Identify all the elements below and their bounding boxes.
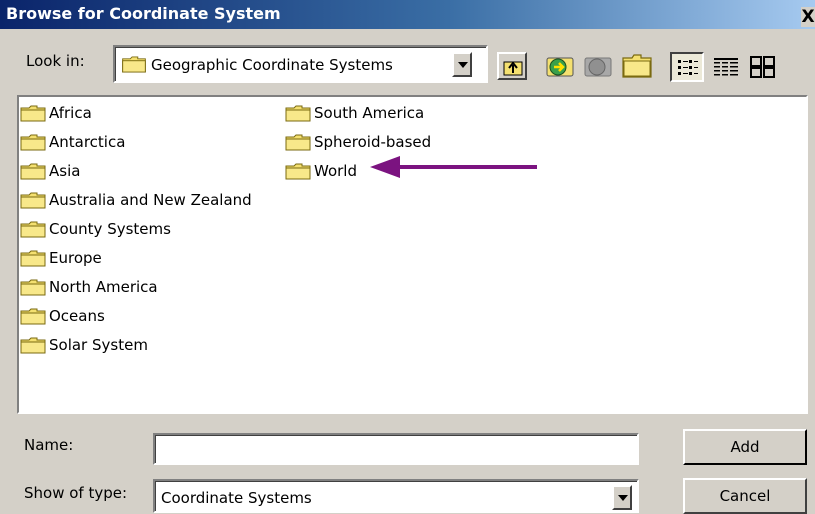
- folder-label: Spheroid-based: [314, 133, 432, 151]
- name-label: Name:: [24, 436, 74, 454]
- title-bar[interactable]: Browse for Coordinate System X: [0, 0, 815, 29]
- folder-label: Oceans: [49, 307, 105, 325]
- look-in-label: Look in:: [26, 52, 85, 70]
- add-button[interactable]: Add: [683, 429, 807, 465]
- show-of-type-label: Show of type:: [24, 484, 128, 502]
- thumbnails-view-icon[interactable]: [748, 54, 778, 80]
- folder-icon: [20, 250, 46, 267]
- close-button[interactable]: X: [801, 7, 815, 27]
- browse-dialog: Browse for Coordinate System X Look in: …: [0, 0, 815, 514]
- folder-label: South America: [314, 104, 425, 122]
- folder-label: Australia and New Zealand: [49, 191, 252, 209]
- folder-icon: [285, 105, 311, 122]
- folder-icon: [20, 308, 46, 325]
- folder-icon: [285, 134, 311, 151]
- folder-label: Africa: [49, 104, 92, 122]
- new-folder-icon[interactable]: [621, 52, 653, 80]
- folder-label: Asia: [49, 162, 81, 180]
- annotation-arrow: [370, 156, 537, 178]
- folder-icon: [20, 279, 46, 296]
- folder-icon: [20, 221, 46, 238]
- disconnect-folder-icon[interactable]: [583, 52, 613, 80]
- add-button-label: Add: [730, 438, 760, 456]
- folder-list[interactable]: Africa Antarctica Asia Australia and New…: [17, 95, 808, 414]
- folder-icon: [20, 337, 46, 354]
- folder-label: Antarctica: [49, 133, 126, 151]
- show-of-type-value: Coordinate Systems: [161, 489, 312, 507]
- details-view-icon[interactable]: [712, 55, 740, 79]
- folder-label: North America: [49, 278, 158, 296]
- up-one-level-icon: [503, 61, 523, 76]
- show-of-type-dropdown[interactable]: Coordinate Systems: [153, 479, 639, 513]
- folder-icon: [122, 56, 146, 73]
- look-in-dropdown[interactable]: Geographic Coordinate Systems: [113, 45, 488, 83]
- up-one-level-button[interactable]: [497, 52, 527, 80]
- list-view-icon: [678, 60, 698, 75]
- chevron-down-icon[interactable]: [612, 485, 632, 510]
- folder-icon: [20, 163, 46, 180]
- cancel-button[interactable]: Cancel: [683, 478, 807, 514]
- look-in-value: Geographic Coordinate Systems: [151, 56, 393, 74]
- folder-icon: [20, 134, 46, 151]
- dialog-title: Browse for Coordinate System: [6, 4, 281, 23]
- folder-icon: [20, 192, 46, 209]
- connect-folder-icon[interactable]: [545, 52, 575, 80]
- folder-label: World: [314, 162, 357, 180]
- list-view-button[interactable]: [670, 52, 704, 82]
- folder-icon: [20, 105, 46, 122]
- folder-label: Solar System: [49, 336, 148, 354]
- folder-label: County Systems: [49, 220, 171, 238]
- folder-label: Europe: [49, 249, 102, 267]
- name-field[interactable]: [153, 433, 639, 465]
- cancel-button-label: Cancel: [719, 487, 771, 505]
- folder-icon: [285, 163, 311, 180]
- chevron-down-icon[interactable]: [452, 52, 472, 77]
